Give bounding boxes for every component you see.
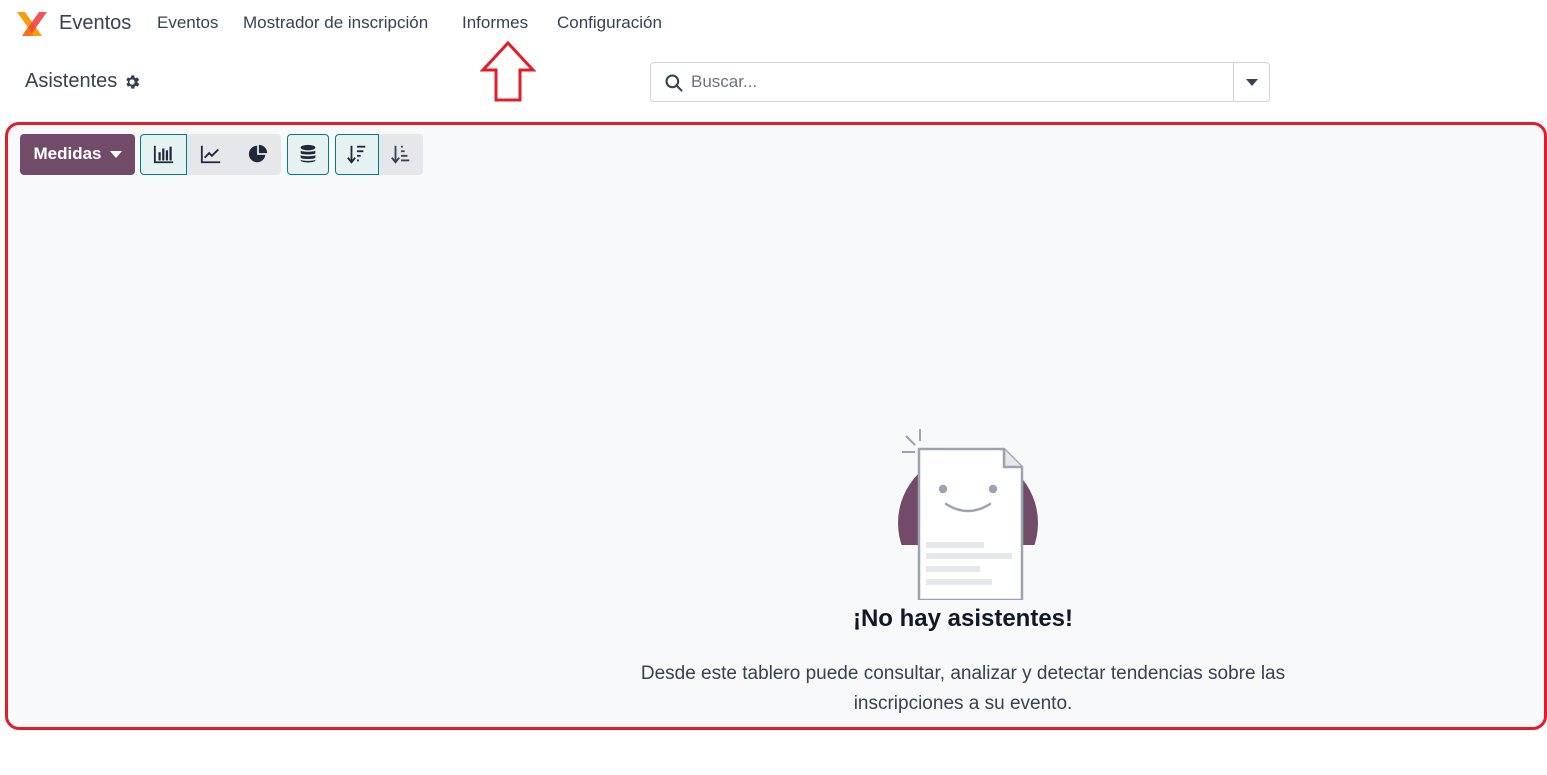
annotation-arrow [480, 40, 536, 102]
sort-order-group [335, 133, 423, 175]
nav-item-mostrador[interactable]: Mostrador de inscripción [243, 13, 428, 33]
pie-chart-button[interactable] [234, 133, 281, 175]
events-app-icon[interactable] [14, 10, 50, 38]
bar-chart-button[interactable] [140, 133, 187, 175]
page-title: Asistentes [25, 70, 118, 92]
search-options-toggle[interactable] [1233, 63, 1269, 101]
measures-dropdown-button[interactable]: Medidas [20, 133, 135, 175]
empty-document-illustration [898, 429, 1038, 600]
graph-view-area: Medidas ¡No hay asistentes! Desde este t… [5, 122, 1547, 730]
nav-item-informes[interactable]: Informes [462, 13, 528, 33]
nav-item-eventos[interactable]: Eventos [157, 13, 218, 33]
database-stack-icon [300, 144, 316, 163]
measures-label: Medidas [33, 144, 102, 163]
line-chart-button[interactable] [187, 133, 234, 175]
sort-ascending-button[interactable] [379, 133, 423, 175]
empty-state-title: ¡No hay asistentes! [852, 605, 1074, 632]
breadcrumb: Asistentes [25, 70, 141, 93]
sort-descending-button[interactable] [335, 133, 379, 175]
caret-down-icon [1245, 78, 1258, 86]
line-chart-icon [200, 145, 220, 164]
graph-toolbar: Medidas [20, 133, 423, 175]
stacked-group [287, 133, 329, 175]
search-input[interactable] [691, 68, 1231, 96]
chart-type-group [140, 133, 281, 175]
sort-ascending-icon [391, 145, 410, 164]
top-navbar: Eventos Eventos Mostrador de inscripción… [0, 0, 1547, 48]
search-bar [650, 62, 1270, 102]
search-icon [665, 74, 683, 92]
gear-icon[interactable] [123, 73, 141, 91]
sort-descending-icon [347, 145, 366, 164]
empty-state-description: Desde este tablero puede consultar, anal… [640, 663, 1286, 714]
caret-down-icon [109, 150, 122, 158]
app-name[interactable]: Eventos [59, 12, 131, 35]
nav-item-configuracion[interactable]: Configuración [557, 13, 662, 33]
bar-chart-icon [153, 145, 173, 164]
pie-chart-icon [248, 144, 267, 163]
stacked-button[interactable] [287, 133, 329, 175]
